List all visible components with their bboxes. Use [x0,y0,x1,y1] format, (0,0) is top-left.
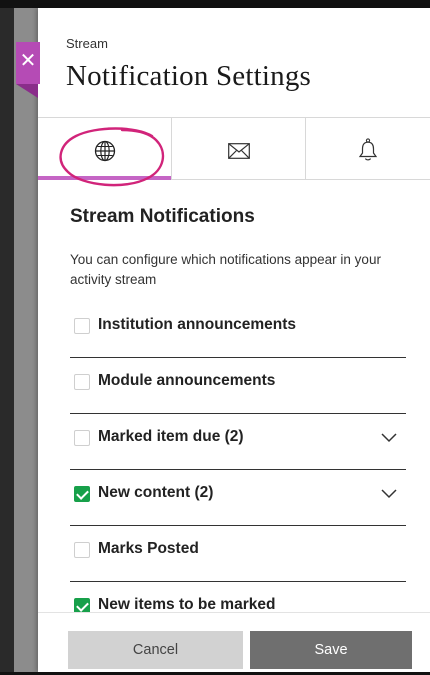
option-label: Institution announcements [98,316,297,333]
option-new-items-to-be-marked[interactable]: New items to be marked [70,582,406,612]
checkbox-checked[interactable] [74,486,90,502]
panel-header: Stream Notification Settings [38,8,430,118]
section-description: You can configure which notifications ap… [70,252,381,287]
page-title: Notification Settings [66,60,312,92]
cancel-button[interactable]: Cancel [68,631,243,669]
close-button[interactable]: ✕ [16,42,40,84]
option-label: Marked item due (2) [98,428,244,445]
checkbox[interactable] [74,542,90,558]
option-label: Module announcements [98,372,276,389]
settings-content: Stream Notifications You can configure w… [38,180,430,612]
option-marks-posted[interactable]: Marks Posted [70,526,406,582]
checkbox-checked[interactable] [74,598,90,612]
window-frame-left [0,0,14,675]
checkbox[interactable] [74,318,90,334]
option-label: Marks Posted [98,540,199,557]
bell-icon [358,138,378,161]
background-strip [14,0,38,675]
tab-push[interactable] [306,118,430,180]
envelope-icon [227,143,250,159]
chevron-down-icon[interactable] [380,486,398,500]
chevron-down-icon[interactable] [380,430,398,444]
notification-settings-panel: Stream Notification Settings Stream Noti… [38,8,430,672]
save-button[interactable]: Save [250,631,412,669]
option-marked-item-due[interactable]: Marked item due (2) [70,414,406,470]
option-label: New items to be marked [98,596,276,612]
tab-email[interactable] [172,118,306,180]
window-frame-top [0,0,430,8]
close-button-tail [16,84,38,98]
option-module-announcements[interactable]: Module announcements [70,358,406,414]
close-icon: ✕ [19,48,37,72]
panel-footer: Cancel Save [38,612,430,672]
checkbox[interactable] [74,374,90,390]
option-new-content[interactable]: New content (2) [70,470,406,526]
checkbox[interactable] [74,430,90,446]
option-institution-announcements[interactable]: Institution announcements [70,302,406,358]
section-title: Stream Notifications [70,206,255,227]
breadcrumb[interactable]: Stream [66,36,108,51]
option-label: New content (2) [98,484,214,501]
